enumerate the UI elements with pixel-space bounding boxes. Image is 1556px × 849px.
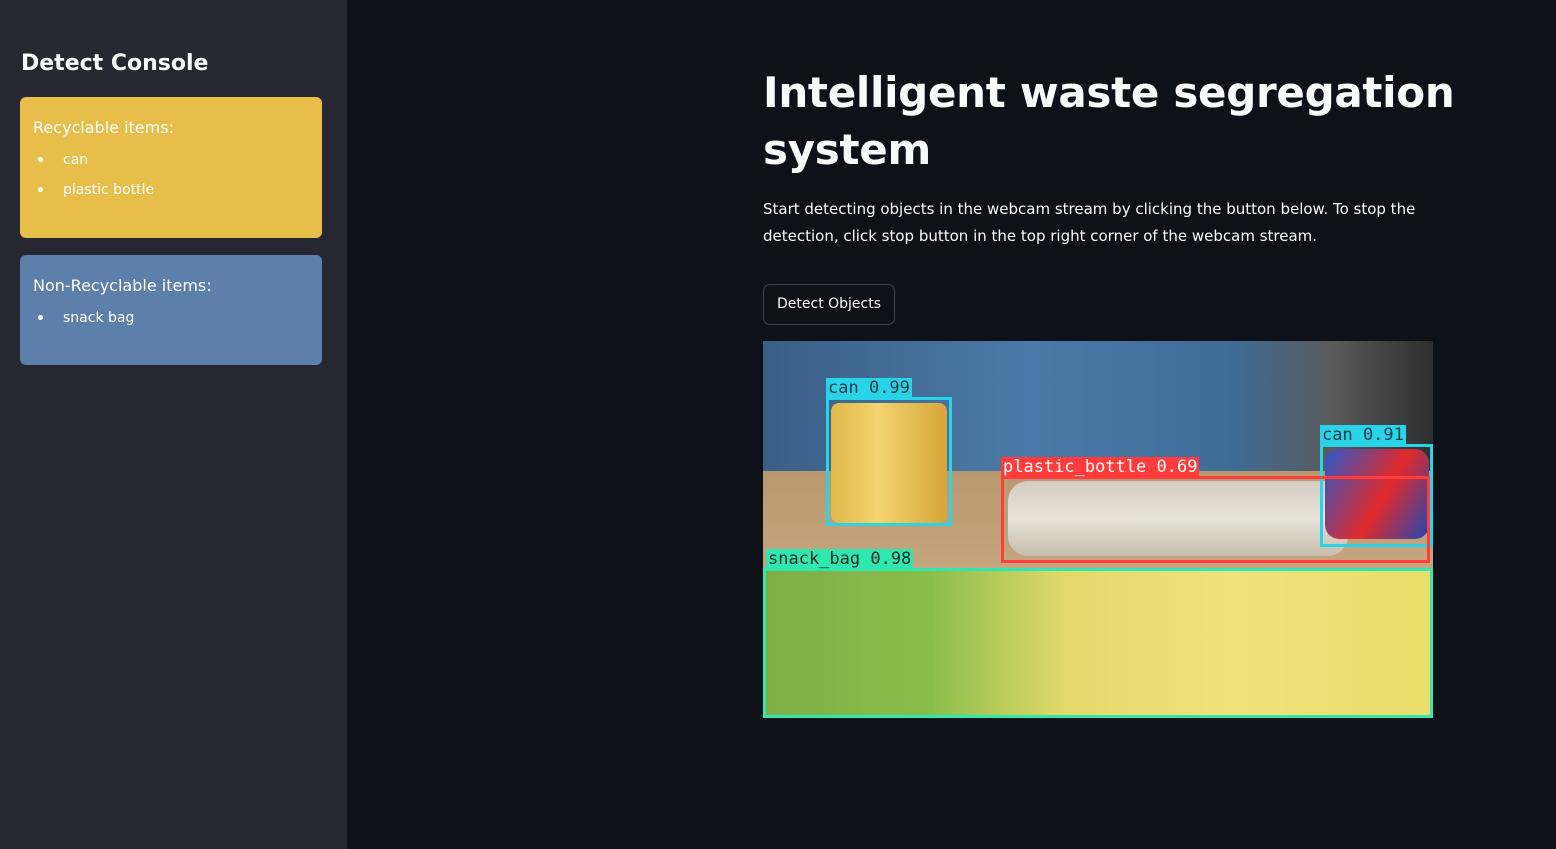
- detection-label: can 0.91: [1320, 425, 1406, 445]
- main-content: Intelligent waste segregation system Sta…: [763, 64, 1493, 718]
- bullet-icon: [38, 187, 43, 192]
- detection-label: snack_bag 0.98: [766, 549, 914, 569]
- recyclable-list: can plastic bottle: [33, 145, 309, 205]
- recyclable-item-label: can: [63, 152, 89, 168]
- page-description: Start detecting objects in the webcam st…: [763, 200, 1416, 245]
- page-title: Intelligent waste segregation system: [763, 68, 1455, 174]
- sidebar: Detect Console Recyclable items: can pla…: [0, 0, 347, 849]
- detect-objects-button[interactable]: Detect Objects: [763, 284, 896, 325]
- detection-label: can 0.99: [826, 378, 912, 398]
- detection-box-snack-bag: snack_bag 0.98: [763, 549, 1433, 718]
- detection-box-can-left: can 0.99: [826, 378, 952, 526]
- list-item: can: [38, 145, 309, 175]
- recyclable-card: Recyclable items: can plastic bottle: [20, 97, 322, 238]
- recyclable-heading: Recyclable items:: [33, 118, 174, 137]
- main-area: Intelligent waste segregation system Sta…: [347, 0, 1556, 849]
- bullet-icon: [38, 315, 43, 320]
- non-recyclable-card: Non-Recyclable items: snack bag: [20, 255, 322, 365]
- non-recyclable-heading: Non-Recyclable items:: [33, 276, 212, 295]
- app: Detect Console Recyclable items: can pla…: [0, 0, 1556, 849]
- list-item: snack bag: [38, 303, 309, 333]
- recyclable-item-label: plastic bottle: [63, 182, 155, 198]
- non-recyclable-item-label: snack bag: [63, 310, 135, 326]
- detection-box-plastic-bottle: plastic_bottle 0.69: [1001, 457, 1430, 563]
- non-recyclable-list: snack bag: [33, 303, 309, 333]
- list-item: plastic bottle: [38, 175, 309, 205]
- webcam-stream: can 0.99 can 0.91 plastic_bottle 0.69 sn…: [763, 341, 1433, 718]
- detection-label: plastic_bottle 0.69: [1001, 457, 1200, 477]
- bullet-icon: [38, 157, 43, 162]
- sidebar-title: Detect Console: [21, 51, 209, 76]
